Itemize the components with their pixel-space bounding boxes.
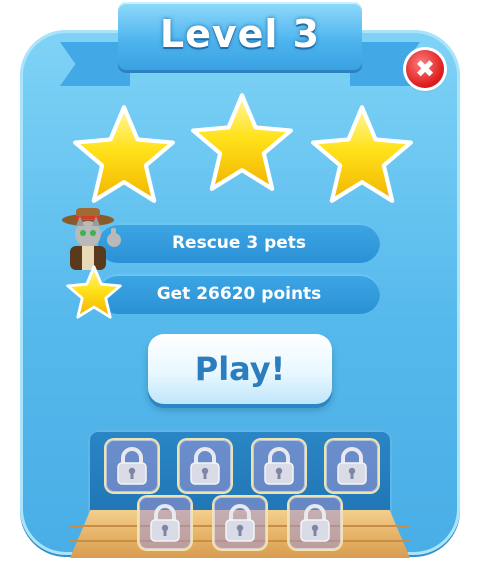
star-icon (66, 265, 122, 319)
objective-label: Get 26620 points (156, 284, 322, 304)
pet-slot-locked (179, 440, 231, 492)
star-icon (191, 93, 293, 191)
pet-slot-locked (214, 497, 266, 549)
padlock-icon (190, 447, 220, 485)
padlock-icon (225, 504, 255, 542)
pet-slot-locked (139, 497, 191, 549)
close-button[interactable]: ✖ (406, 50, 444, 88)
objective-points: Get 26620 points (98, 274, 380, 314)
pet-slot-locked (253, 440, 305, 492)
padlock-icon (300, 504, 330, 542)
padlock-icon (264, 447, 294, 485)
padlock-icon (117, 447, 147, 485)
objective-label: Rescue 3 pets (171, 233, 307, 253)
objective-rescue-pets: Rescue 3 pets (98, 223, 380, 263)
padlock-icon (337, 447, 367, 485)
star-icon (311, 105, 413, 203)
cat-explorer-avatar (62, 208, 121, 270)
pet-slot-locked (326, 440, 378, 492)
close-icon: ✖ (414, 55, 436, 83)
play-button[interactable]: Play! (148, 334, 332, 404)
padlock-icon (150, 504, 180, 542)
play-button-label: Play! (194, 350, 286, 388)
page-title: Level 3 (159, 12, 321, 56)
pet-slot-locked (289, 497, 341, 549)
pet-slot-locked (106, 440, 158, 492)
star-icon (73, 105, 175, 203)
